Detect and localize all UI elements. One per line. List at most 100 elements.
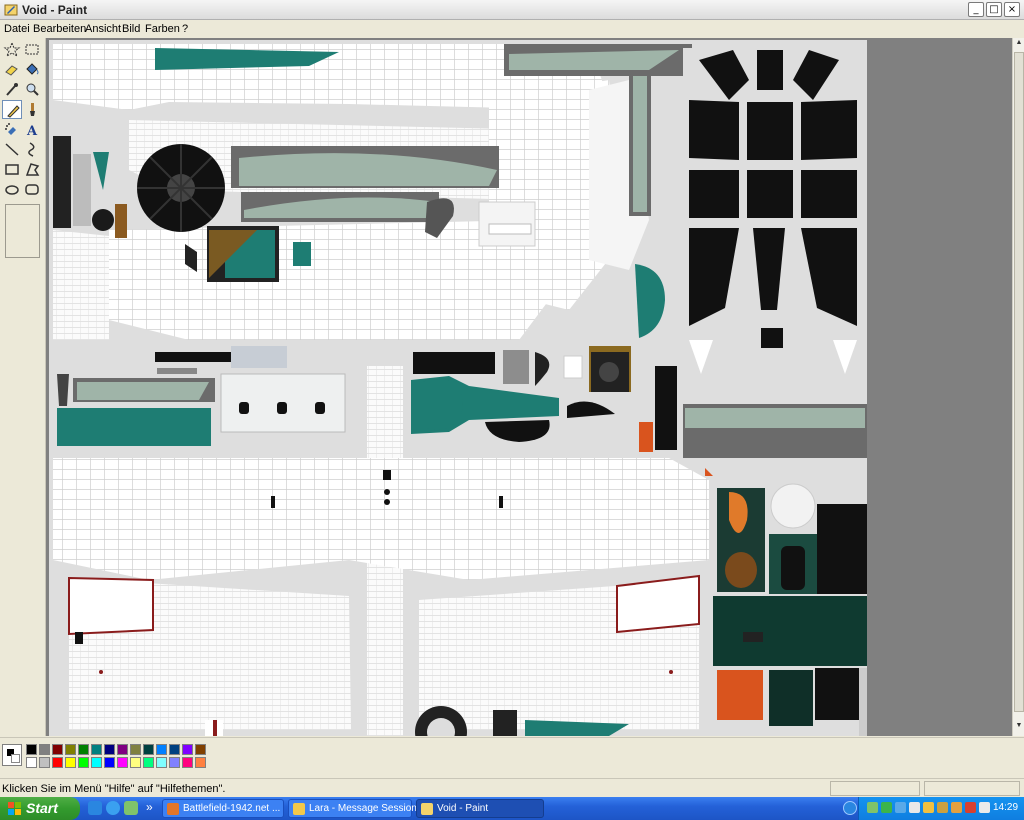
rounded-rect-tool[interactable] [22, 180, 42, 199]
background-color[interactable] [11, 754, 20, 763]
line-tool[interactable] [2, 140, 22, 159]
star-select-icon [3, 41, 21, 58]
svg-text:A: A [26, 124, 38, 139]
bucket-icon [26, 63, 39, 75]
toolbox: A [0, 38, 46, 736]
fill-tool[interactable] [22, 60, 42, 79]
palette-swatch[interactable] [169, 744, 180, 755]
pencil-icon [7, 105, 20, 118]
palette-swatch[interactable] [91, 744, 102, 755]
magnifier-tool[interactable] [22, 80, 42, 99]
tray-messenger-icon[interactable] [895, 802, 906, 813]
palette-swatch[interactable] [52, 744, 63, 755]
current-colors[interactable] [2, 744, 22, 766]
palette-swatch[interactable] [195, 757, 206, 768]
palette-swatch[interactable] [39, 744, 50, 755]
free-select-tool[interactable] [2, 40, 22, 59]
palette-swatch[interactable] [182, 744, 193, 755]
scroll-up-icon[interactable]: ▲ [1014, 39, 1024, 51]
tray-network-icon[interactable] [867, 802, 878, 813]
palette-swatch[interactable] [143, 757, 154, 768]
palette-swatch[interactable] [130, 757, 141, 768]
palette-swatch[interactable] [156, 744, 167, 755]
airbrush-tool[interactable] [2, 120, 22, 139]
minimize-button[interactable]: _ [968, 2, 984, 17]
quicklaunch-desktop-icon[interactable] [88, 801, 102, 815]
magnifier-icon [26, 83, 39, 96]
palette-swatch[interactable] [52, 757, 63, 768]
task-firefox[interactable]: Battlefield-1942.net ... [162, 799, 284, 818]
text-tool[interactable]: A [22, 120, 42, 139]
start-button[interactable]: Start [0, 797, 80, 820]
palette-swatch[interactable] [182, 757, 193, 768]
tray-alert-icon[interactable] [965, 802, 976, 813]
status-panel-coords [830, 781, 920, 796]
palette-swatch[interactable] [91, 757, 102, 768]
color-picker-tool[interactable] [2, 80, 22, 99]
eyedropper-icon [6, 83, 18, 96]
maximize-button[interactable]: □ [986, 2, 1002, 17]
palette-swatch[interactable] [104, 757, 115, 768]
palette-swatch[interactable] [195, 744, 206, 755]
quicklaunch-more-icon[interactable]: » [146, 800, 153, 814]
palette-swatch[interactable] [78, 744, 89, 755]
scroll-thumb[interactable] [1014, 52, 1024, 712]
eraser-tool[interactable] [2, 60, 22, 79]
palette-swatch[interactable] [39, 757, 50, 768]
text-icon: A [26, 124, 38, 139]
palette-swatch[interactable] [130, 744, 141, 755]
palette-swatch[interactable] [117, 744, 128, 755]
tray-security-icon[interactable] [923, 802, 934, 813]
menu-help[interactable]: ? [182, 23, 188, 35]
menu-bearbeiten[interactable]: Bearbeiten [33, 23, 86, 35]
task-paint[interactable]: Void - Paint [416, 799, 544, 818]
palette-swatch[interactable] [26, 757, 37, 768]
rectangle-tool[interactable] [2, 160, 22, 179]
tray-app-icon[interactable] [937, 802, 948, 813]
tray-antivirus-icon[interactable] [881, 802, 892, 813]
messenger-icon [293, 803, 305, 815]
pencil-tool[interactable] [2, 100, 22, 119]
palette-swatch[interactable] [156, 757, 167, 768]
palette-swatch[interactable] [65, 757, 76, 768]
vertical-scrollbar[interactable]: ▲ ▼ [1012, 38, 1024, 736]
curve-tool[interactable] [22, 140, 42, 159]
palette-swatch[interactable] [169, 757, 180, 768]
airbrush-icon [5, 123, 16, 135]
tray-expand-icon[interactable] [843, 801, 857, 815]
menu-datei[interactable]: Datei [4, 23, 30, 35]
paint-app-icon [4, 4, 18, 16]
task-label: Void - Paint [437, 803, 489, 814]
polygon-tool[interactable] [22, 160, 42, 179]
rounded-rect-icon [25, 184, 39, 195]
tray-volume-icon[interactable] [909, 802, 920, 813]
palette-swatch[interactable] [143, 744, 154, 755]
menu-bild[interactable]: Bild [122, 23, 140, 35]
palette-swatch[interactable] [104, 744, 115, 755]
ellipse-tool[interactable] [2, 180, 22, 199]
scroll-down-icon[interactable]: ▼ [1014, 722, 1024, 734]
task-label: Lara - Message Session [309, 803, 417, 814]
aircraft-texture-image [49, 40, 867, 736]
quicklaunch-ie-icon[interactable] [106, 801, 120, 815]
rect-select-tool[interactable] [22, 40, 42, 59]
tray-display-icon[interactable] [951, 802, 962, 813]
tool-options-box[interactable] [5, 204, 40, 258]
quicklaunch-media-icon[interactable] [124, 801, 138, 815]
palette-swatch[interactable] [117, 757, 128, 768]
ellipse-icon [5, 185, 19, 195]
close-button[interactable]: × [1004, 2, 1020, 17]
task-messenger[interactable]: Lara - Message Session [288, 799, 417, 818]
brush-tool[interactable] [22, 100, 42, 119]
curve-icon [28, 142, 35, 157]
palette-swatch[interactable] [65, 744, 76, 755]
palette-swatch[interactable] [26, 744, 37, 755]
title-bar[interactable]: Void - Paint _ □ × [0, 0, 1024, 20]
tray-usb-icon[interactable] [979, 802, 990, 813]
drawing-canvas[interactable] [49, 40, 867, 736]
status-text: Klicken Sie im Menü "Hilfe" auf "Hilfeth… [2, 783, 226, 795]
palette-swatch[interactable] [78, 757, 89, 768]
paint-window: Void - Paint _ □ × Datei Bearbeiten Ansi… [0, 0, 1024, 797]
menu-farben[interactable]: Farben [145, 23, 180, 35]
menu-ansicht[interactable]: Ansicht [85, 23, 121, 35]
